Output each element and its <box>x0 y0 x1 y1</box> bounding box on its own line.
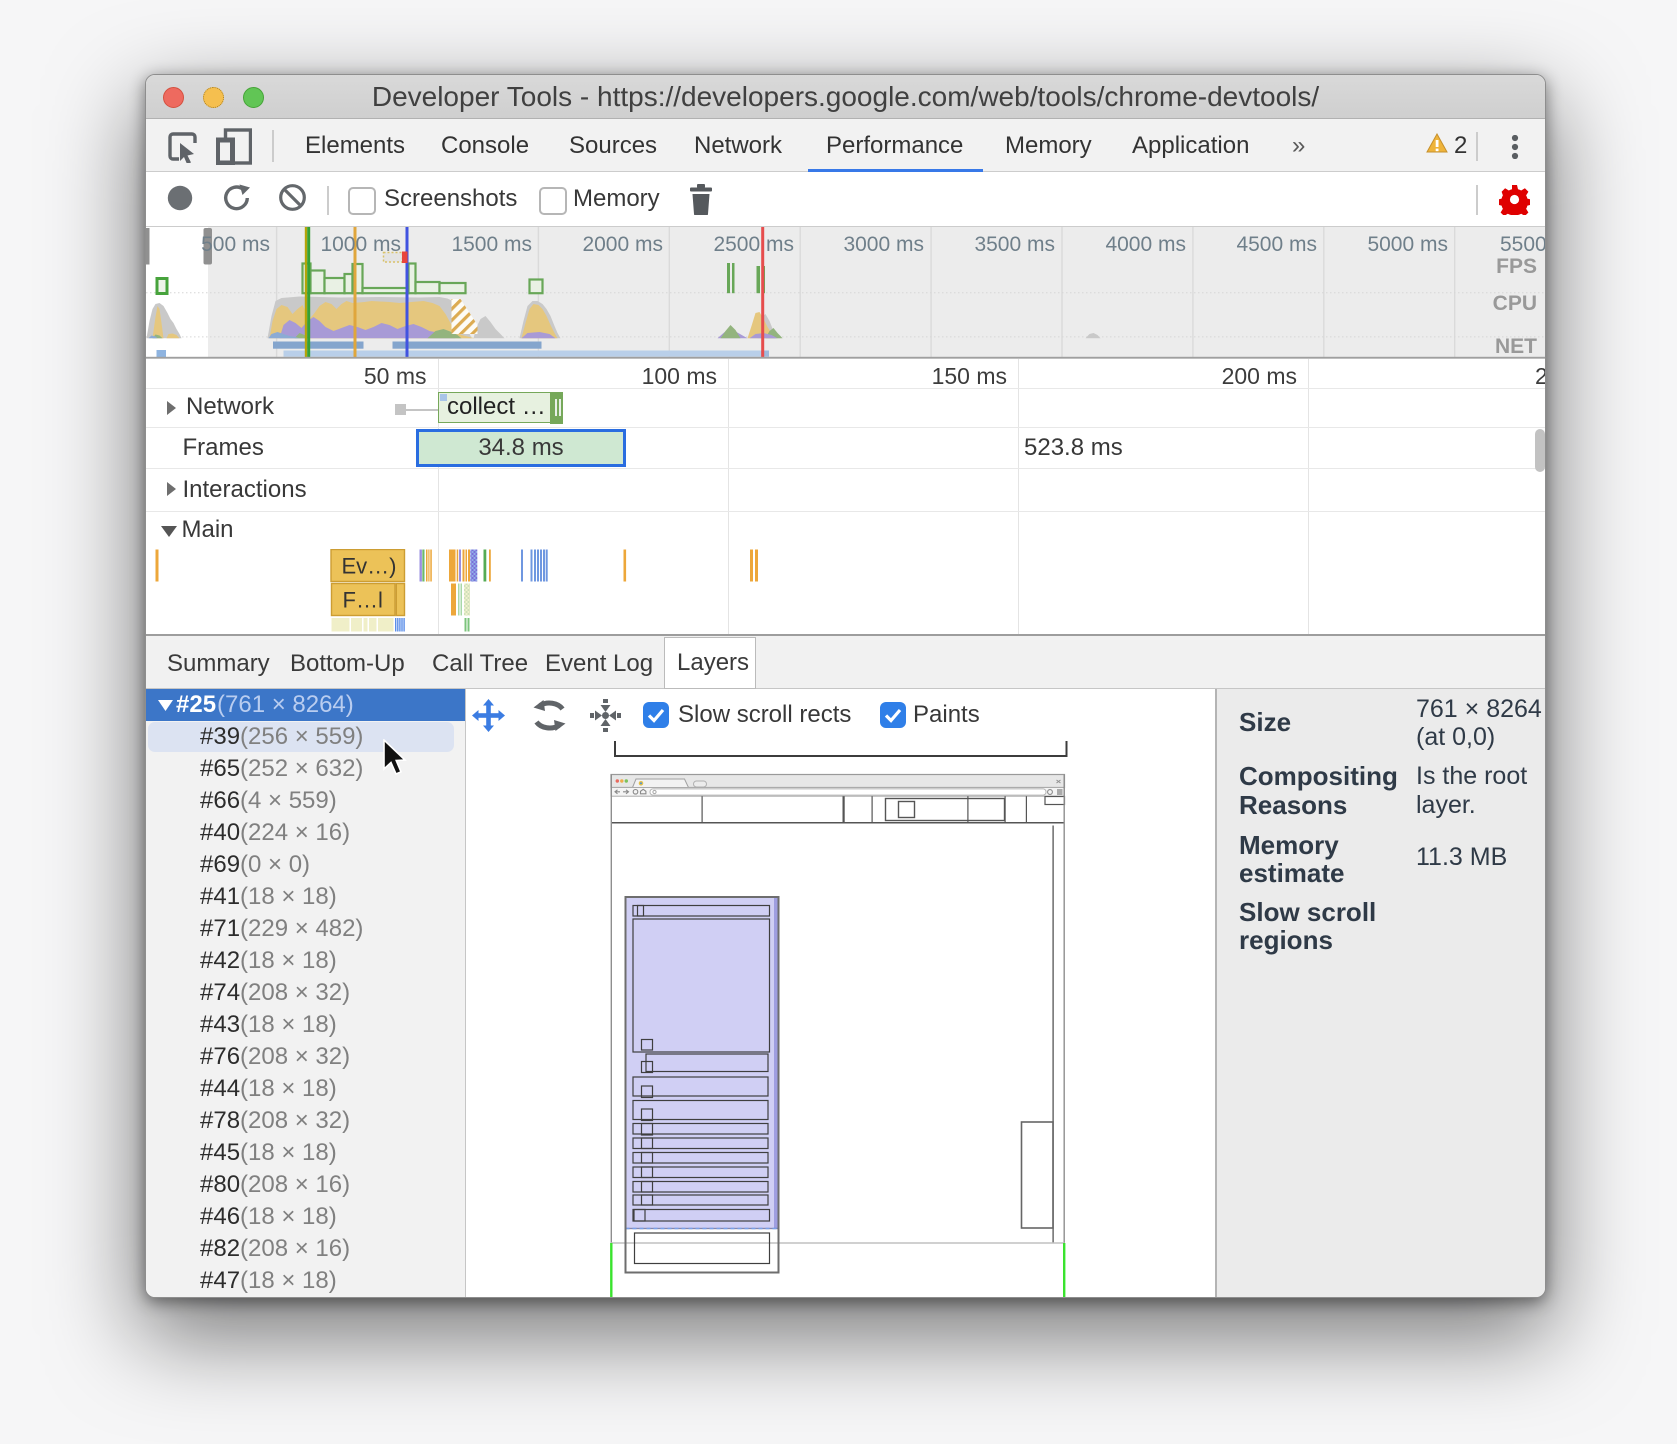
svg-text:F…l: F…l <box>343 588 383 613</box>
svg-text:Ev…): Ev…) <box>342 554 397 579</box>
